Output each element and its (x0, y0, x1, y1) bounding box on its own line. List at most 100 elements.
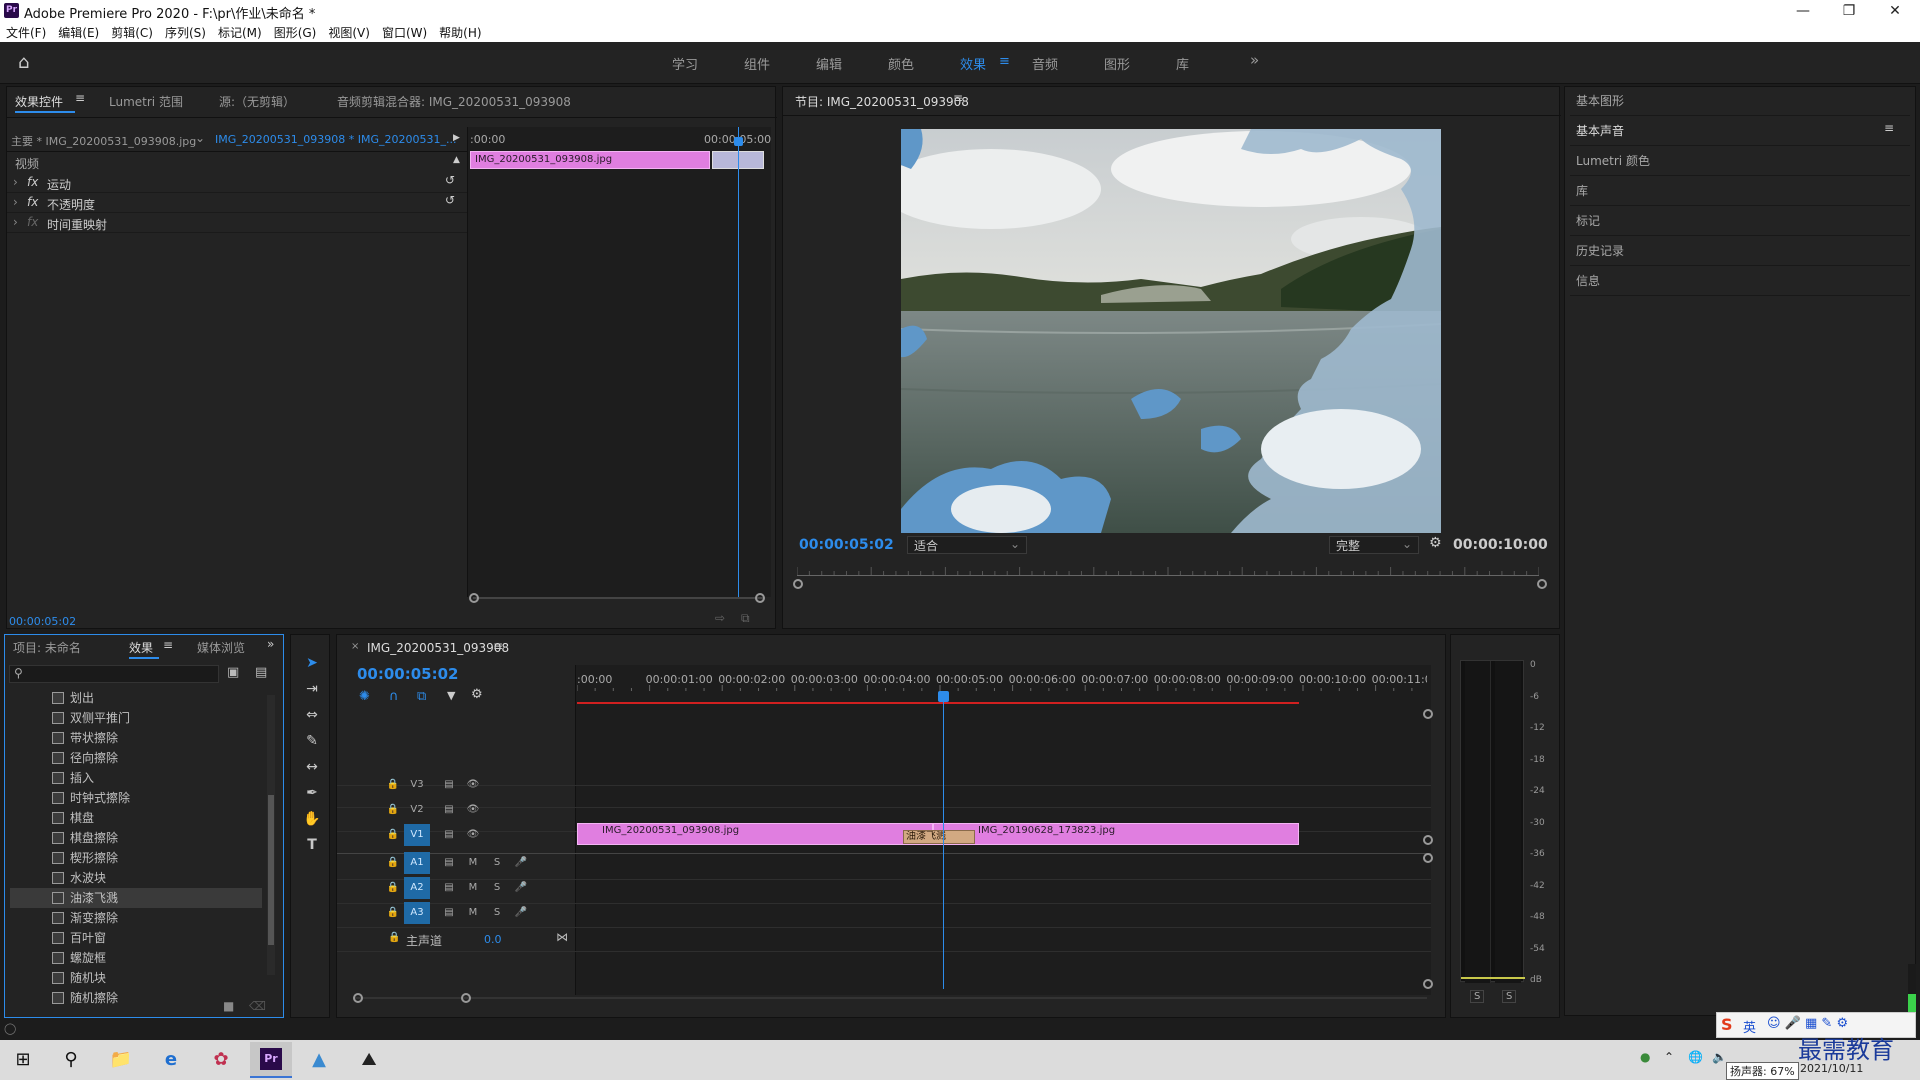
premiere-taskbar-button[interactable]: Pr (250, 1042, 292, 1078)
minimize-icon[interactable]: — (1780, 0, 1826, 22)
expand-icon[interactable]: › (13, 215, 18, 229)
tab-effects[interactable]: 效果 (129, 639, 153, 656)
wrench-icon[interactable]: ⚙ (1429, 535, 1442, 551)
menu-marker[interactable]: 标记(M) (212, 22, 268, 41)
panel-essential-graphics[interactable]: 基本图形 (1570, 86, 1910, 116)
chevron-down-icon[interactable]: ⌄ (195, 131, 205, 145)
track-target-button[interactable]: V3 (404, 774, 430, 796)
tab-source[interactable]: 源:（无剪辑） (219, 93, 295, 110)
program-monitor-title[interactable]: 节目: IMG_20200531_093908 (795, 93, 969, 110)
fx-icon[interactable]: fx (27, 195, 38, 209)
solo-button[interactable]: S (484, 877, 510, 899)
effect-list-item[interactable]: 插入 (10, 768, 262, 788)
workspace-graphics[interactable]: 图形 (1104, 54, 1130, 73)
master-volume-value[interactable]: 0.0 (484, 933, 502, 946)
video-zoom-handle-bottom[interactable] (1423, 835, 1433, 845)
linked-selection-icon[interactable]: ⧉ (417, 689, 426, 704)
tab-media-browser[interactable]: 媒体浏览 (197, 639, 245, 656)
clip-bar[interactable]: IMG_20200531_093908.jpg (470, 151, 710, 169)
export-icon[interactable]: ⧉ (741, 611, 750, 626)
tab-menu-icon[interactable]: ≡ (75, 91, 85, 105)
home-icon[interactable]: ⌂ (18, 52, 29, 73)
menu-graphics[interactable]: 图形(G) (268, 22, 323, 41)
effect-list-item[interactable]: 水波块 (10, 868, 262, 888)
restore-icon[interactable]: ❐ (1826, 0, 1872, 22)
workspace-learn[interactable]: 学习 (672, 54, 698, 73)
file-explorer-icon[interactable]: 📁 (102, 1044, 140, 1076)
effect-list-item[interactable]: 楔形擦除 (10, 848, 262, 868)
32bit-effects-icon[interactable]: ▤ (255, 665, 267, 680)
work-area-bar[interactable] (577, 702, 1299, 704)
tab-menu-icon[interactable]: ≡ (163, 638, 173, 652)
more-tabs-icon[interactable]: » (267, 637, 274, 651)
effects-search-input[interactable]: ⚲ (9, 665, 219, 683)
panel-lumetri-color[interactable]: Lumetri 颜色 (1570, 146, 1910, 176)
workspace-effects[interactable]: 效果 (960, 54, 986, 73)
mic-icon[interactable]: 🎤 (508, 902, 534, 924)
tab-effect-controls[interactable]: 效果控件 (15, 93, 63, 110)
effect-list-item[interactable]: 渐变擦除 (10, 908, 262, 928)
effect-list-item[interactable]: 棋盘擦除 (10, 828, 262, 848)
timeline-tab[interactable]: IMG_20200531_093908 (367, 641, 509, 655)
program-zoom-left[interactable] (793, 579, 803, 589)
eye-icon[interactable]: 👁 (460, 799, 486, 821)
effect-list-item[interactable]: 随机块 (10, 968, 262, 988)
pen-tool-icon[interactable]: ✒ (300, 782, 324, 804)
search-icon[interactable]: ⚲ (52, 1044, 90, 1076)
tray-icon[interactable]: ● (1640, 1050, 1650, 1064)
timeline-clip-2[interactable]: IMG_20190628_173823.jpg (933, 823, 1299, 845)
timeline-playhead-handle[interactable] (938, 691, 949, 702)
nest-icon[interactable]: ✺ (359, 689, 370, 704)
effect-list-item[interactable]: 划出 (10, 688, 262, 708)
menu-edit[interactable]: 编辑(E) (52, 22, 105, 41)
expand-icon[interactable]: › (13, 175, 18, 189)
effect-list-item[interactable]: 带状擦除 (10, 728, 262, 748)
effect-row-time-remap[interactable]: › fx 时间重映射 (7, 213, 467, 233)
menu-clip[interactable]: 剪辑(C) (105, 22, 159, 41)
expand-icon[interactable]: › (13, 195, 18, 209)
workspace-menu-icon[interactable]: ≡ (999, 54, 1010, 69)
mute-button[interactable]: M (460, 852, 486, 874)
workspace-libraries[interactable]: 库 (1176, 54, 1189, 73)
timeline-clip-1[interactable]: IMG_20200531_093908.jpg (577, 823, 933, 845)
timeline-ruler[interactable]: :00:00 00:00:01:00 00:00:02:00 00:00:03:00 0… (577, 671, 1427, 691)
selection-tool-icon[interactable]: ➤ (300, 652, 324, 674)
effect-row-motion[interactable]: › fx 运动 ↺ (7, 173, 467, 193)
effect-list-item[interactable]: 螺旋框 (10, 948, 262, 968)
close-icon[interactable]: ✕ (1872, 0, 1918, 22)
effect-row-opacity[interactable]: › fx 不透明度 ↺ (7, 193, 467, 213)
workspace-audio[interactable]: 音频 (1032, 54, 1058, 73)
accelerated-effects-icon[interactable]: ▣ (227, 665, 239, 680)
tab-audio-clip-mixer[interactable]: 音频剪辑混合器: IMG_20200531_093908 (337, 93, 571, 110)
lock-icon[interactable]: 🔒 (380, 902, 406, 924)
menu-help[interactable]: 帮助(H) (433, 22, 487, 41)
sync-lock-icon[interactable]: ▤ (436, 774, 462, 796)
program-scrubber[interactable] (797, 575, 1539, 576)
tab-lumetri-scopes[interactable]: Lumetri 范围 (109, 93, 183, 110)
ime-tools-icon[interactable]: ☺ 🎤 ▦ ✎ ⚙ (1767, 1016, 1848, 1031)
track-select-tool-icon[interactable]: ⇥ (300, 678, 324, 700)
track-target-button[interactable]: V1 (404, 824, 430, 846)
effect-controls-timeline[interactable]: :00:00 00:00:05:00 IMG_20200531_093908.j… (467, 127, 771, 597)
photos-icon[interactable]: ⛰ (350, 1044, 388, 1076)
clip-selector[interactable]: IMG_20200531_093908 * IMG_20200531_... (215, 133, 456, 146)
slip-tool-icon[interactable]: ↔ (300, 756, 324, 778)
fx-icon[interactable]: fx (27, 175, 38, 189)
reset-icon[interactable]: ↺ (445, 173, 455, 187)
sync-lock-icon[interactable]: ▤ (436, 799, 462, 821)
menu-view[interactable]: 视图(V) (322, 22, 376, 41)
sync-lock-icon[interactable]: ▤ (436, 902, 462, 924)
collapse-icon[interactable]: ▲ (453, 155, 460, 165)
filter-icon[interactable]: ⇨ (715, 611, 725, 625)
sync-lock-icon[interactable]: ▤ (436, 824, 462, 846)
fx-icon[interactable]: fx (27, 215, 38, 229)
effect-list-item[interactable]: 随机擦除 (10, 988, 262, 1008)
zoom-handle-left[interactable] (469, 593, 479, 603)
panel-markers[interactable]: 标记 (1570, 206, 1910, 236)
fit-dropdown[interactable]: 适合 ⌄ (907, 536, 1027, 554)
program-zoom-right[interactable] (1537, 579, 1547, 589)
program-current-timecode[interactable]: 00:00:05:02 (799, 537, 894, 553)
quality-dropdown[interactable]: 完整 ⌄ (1329, 536, 1419, 554)
transition-clip[interactable]: 油漆飞溅 (903, 830, 975, 844)
tab-project[interactable]: 项目: 未命名 (13, 639, 81, 656)
